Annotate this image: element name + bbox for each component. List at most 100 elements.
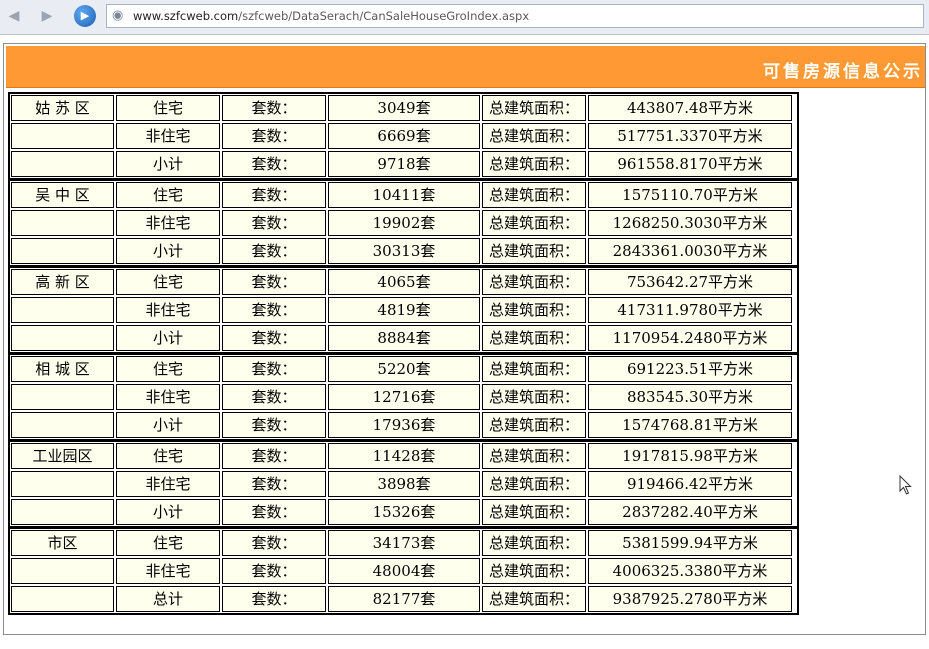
area-value-cell: 417311.9780平方米 [588,297,792,323]
count-value-cell: 9718套 [328,151,480,177]
district-name-cell: 姑 苏 区 [11,95,114,121]
type-cell: 小计 [116,412,220,438]
area-label-cell: 总建筑面积： [482,238,586,264]
type-cell: 非住宅 [116,297,220,323]
district-name-cell: 市区 [11,530,114,556]
table-row: 相 城 区住宅 套数： 5220套 总建筑面积： 691223.51平方米 [10,355,797,383]
table-row: 高 新 区住宅 套数： 4065套 总建筑面积： 753642.27平方米 [10,268,797,296]
area-value-cell: 4006325.3380平方米 [588,558,792,584]
title-banner: 可售房源信息公示 [6,46,925,88]
url-host: www.szfcweb.com [133,9,239,23]
table-row: 非住宅 套数： 4819套 总建筑面积： 417311.9780平方米 [10,296,797,324]
district-name-cell: 高 新 区 [11,269,114,295]
district-name-cell [11,384,114,410]
count-label-cell: 套数： [222,325,326,351]
forward-arrow-icon[interactable]: ▶ [37,6,57,26]
district-block: 吴 中 区住宅 套数： 10411套 总建筑面积： 1575110.70平方米 非住宅 套数… [10,178,797,265]
type-cell: 小计 [116,325,220,351]
district-block: 姑 苏 区住宅 套数： 3049套 总建筑面积： 443807.48平方米 非住宅 套数： 6… [10,94,797,178]
table-row: 非住宅 套数： 3898套 总建筑面积： 919466.42平方米 [10,470,797,498]
area-label-cell: 总建筑面积： [482,95,586,121]
area-label-cell: 总建筑面积： [482,182,586,208]
table-row: 非住宅 套数： 48004套 总建筑面积： 4006325.3380平方米 [10,557,797,585]
count-value-cell: 8884套 [328,325,480,351]
area-value-cell: 443807.48平方米 [588,95,792,121]
table-row: 工业园区 住宅 套数： 11428套 总建筑面积： 1917815.98平方米 [10,442,797,470]
count-value-cell: 11428套 [328,443,480,469]
table-row: 总计 套数： 82177套 总建筑面积： 9387925.2780平方米 [10,585,797,613]
count-label-cell: 套数： [222,210,326,236]
area-value-cell: 5381599.94平方米 [588,530,792,556]
count-label-cell: 套数： [222,471,326,497]
browser-logo-icon[interactable]: ▶ [74,5,96,27]
type-cell: 住宅 [116,95,220,121]
type-cell: 住宅 [116,269,220,295]
count-label-cell: 套数： [222,530,326,556]
district-name-cell [11,151,114,177]
district-name-cell [11,586,114,612]
area-value-cell: 1574768.81平方米 [588,412,792,438]
area-value-cell: 961558.8170平方米 [588,151,792,177]
count-label-cell: 套数： [222,182,326,208]
count-label-cell: 套数： [222,123,326,149]
table-row: 小计 套数： 9718套 总建筑面积： 961558.8170平方米 [10,150,797,178]
type-cell: 非住宅 [116,384,220,410]
type-cell: 住宅 [116,356,220,382]
table-row: 小计 套数： 15326套 总建筑面积： 2837282.40平方米 [10,498,797,526]
count-value-cell: 3049套 [328,95,480,121]
type-cell: 总计 [116,586,220,612]
district-name-cell [11,238,114,264]
type-cell: 小计 [116,499,220,525]
area-label-cell: 总建筑面积： [482,558,586,584]
area-label-cell: 总建筑面积： [482,297,586,323]
globe-icon: ◉ [112,8,124,23]
count-value-cell: 34173套 [328,530,480,556]
url-text[interactable]: www.szfcweb.com/szfcweb/DataSerach/CanSa… [133,5,529,27]
url-path: /szfcweb/DataSerach/CanSaleHouseGroIndex… [238,9,530,23]
table-row: 市区 住宅 套数： 34173套 总建筑面积： 5381599.94平方米 [10,529,797,557]
back-arrow-icon[interactable]: ◀ [4,6,24,26]
table-row: 吴 中 区住宅 套数： 10411套 总建筑面积： 1575110.70平方米 [10,181,797,209]
area-value-cell: 691223.51平方米 [588,356,792,382]
area-value-cell: 753642.27平方米 [588,269,792,295]
count-label-cell: 套数： [222,586,326,612]
district-name-cell [11,558,114,584]
area-label-cell: 总建筑面积： [482,269,586,295]
count-value-cell: 19902套 [328,210,480,236]
area-label-cell: 总建筑面积： [482,325,586,351]
district-name-cell: 吴 中 区 [11,182,114,208]
area-label-cell: 总建筑面积： [482,471,586,497]
count-label-cell: 套数： [222,499,326,525]
table-row: 姑 苏 区住宅 套数： 3049套 总建筑面积： 443807.48平方米 [10,94,797,122]
browser-toolbar: ◀ ▶ ▶ ◉ www.szfcweb.com/szfcweb/DataSera… [0,0,929,35]
district-block: 相 城 区住宅 套数： 5220套 总建筑面积： 691223.51平方米 非住宅 套数： 1… [10,352,797,439]
type-cell: 非住宅 [116,123,220,149]
table-row: 非住宅 套数： 12716套 总建筑面积： 883545.30平方米 [10,383,797,411]
page-frame: 可售房源信息公示 姑 苏 区住宅 套数： 3049套 总建筑面积： 443807.48平… [3,43,926,635]
area-value-cell: 1268250.3030平方米 [588,210,792,236]
type-cell: 小计 [116,238,220,264]
count-value-cell: 17936套 [328,412,480,438]
table-row: 小计 套数： 30313套 总建筑面积： 2843361.0030平方米 [10,237,797,265]
type-cell: 小计 [116,151,220,177]
area-label-cell: 总建筑面积： [482,530,586,556]
type-cell: 住宅 [116,182,220,208]
count-value-cell: 48004套 [328,558,480,584]
area-value-cell: 1917815.98平方米 [588,443,792,469]
area-label-cell: 总建筑面积： [482,210,586,236]
count-value-cell: 5220套 [328,356,480,382]
count-label-cell: 套数： [222,384,326,410]
count-label-cell: 套数： [222,95,326,121]
district-name-cell [11,297,114,323]
district-name-cell [11,412,114,438]
area-label-cell: 总建筑面积： [482,412,586,438]
table-row: 非住宅 套数： 19902套 总建筑面积： 1268250.3030平方米 [10,209,797,237]
type-cell: 非住宅 [116,471,220,497]
address-bar[interactable]: ◉ www.szfcweb.com/szfcweb/DataSerach/Can… [106,4,924,28]
table-row: 小计 套数： 8884套 总建筑面积： 1170954.2480平方米 [10,324,797,352]
count-value-cell: 10411套 [328,182,480,208]
count-label-cell: 套数： [222,297,326,323]
area-value-cell: 919466.42平方米 [588,471,792,497]
district-block: 市区 住宅 套数： 34173套 总建筑面积： 5381599.94平方米 非住宅 套数： 48… [10,526,797,613]
type-cell: 非住宅 [116,210,220,236]
